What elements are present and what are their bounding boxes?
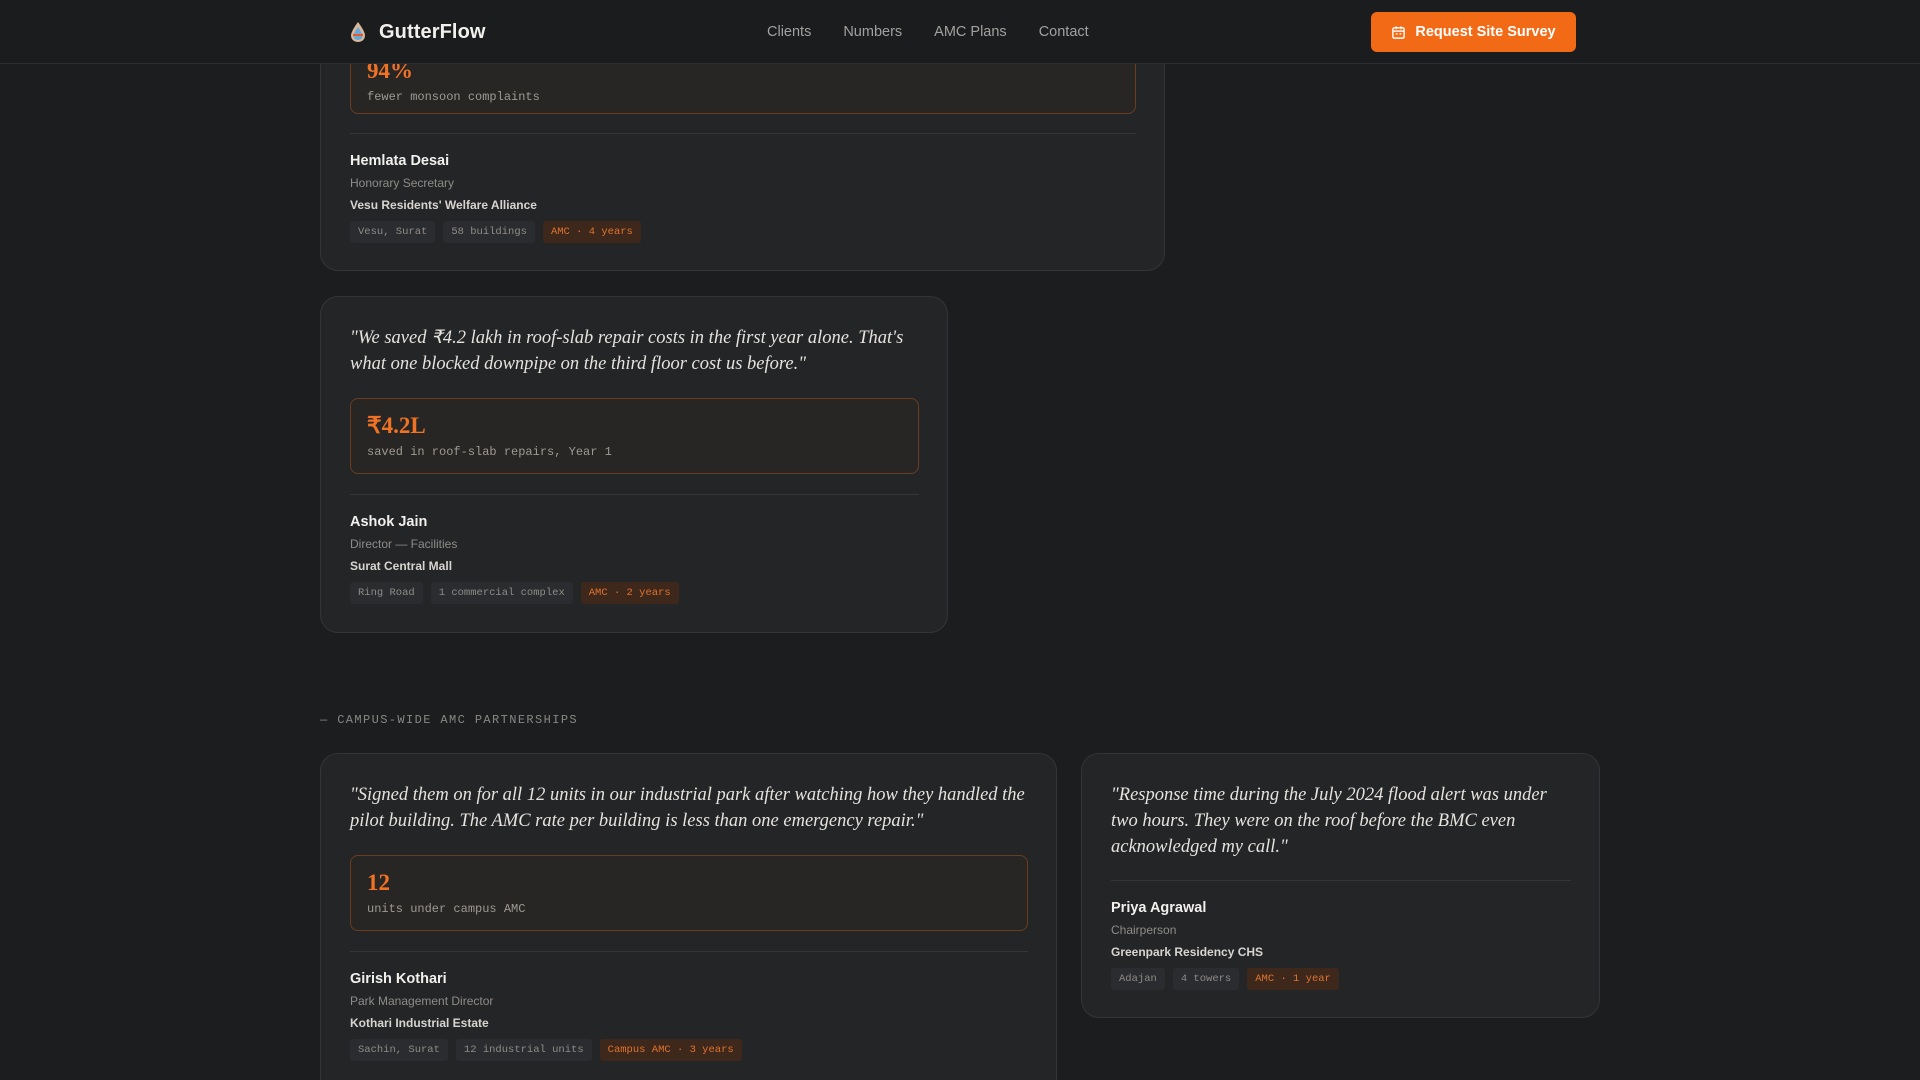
metric-label: units under campus AMC: [367, 902, 526, 916]
author-block: Hemlata Desai Honorary Secretary Vesu Re…: [350, 152, 641, 243]
testimonial-quote: "Response time during the July 2024 floo…: [1111, 785, 1547, 857]
divider: [350, 494, 919, 495]
section-label: — CAMPUS-WIDE AMC PARTNERSHIPS: [320, 713, 579, 727]
location-tag: Adajan: [1111, 968, 1165, 990]
author-org: Vesu Residents' Welfare Alliance: [350, 198, 537, 212]
location-tag: Sachin, Surat: [350, 1039, 448, 1061]
author-block: Girish Kothari Park Management Director …: [350, 970, 742, 1061]
metric-box: ₹4.2L saved in roof-slab repairs, Year 1: [350, 398, 919, 474]
amc-tag: AMC · 4 years: [542, 221, 641, 243]
calendar-icon: [1392, 25, 1406, 39]
metric-value: ₹4.2L: [367, 413, 426, 438]
author-role: Director — Facilities: [350, 537, 458, 551]
location-tag: Ring Road: [350, 582, 423, 604]
amc-tag: Campus AMC · 3 years: [599, 1039, 742, 1061]
request-site-survey-button[interactable]: Request Site Survey: [1371, 12, 1576, 52]
author-org: Greenpark Residency CHS: [1111, 945, 1264, 959]
author-role: Honorary Secretary: [350, 176, 455, 190]
nav-link-amc-plans[interactable]: AMC Plans: [934, 24, 1007, 40]
author-name: Ashok Jain: [350, 514, 428, 530]
location-tag: Vesu, Surat: [350, 221, 436, 243]
size-tag: 58 buildings: [443, 221, 535, 243]
size-tag: 1 commercial complex: [430, 582, 573, 604]
amc-tag: AMC · 1 year: [1247, 968, 1339, 990]
brand-logo[interactable]: GutterFlow: [349, 0, 486, 64]
nav-link-contact[interactable]: Contact: [1039, 24, 1089, 40]
author-role: Chairperson: [1111, 923, 1177, 937]
author-name: Hemlata Desai: [350, 153, 450, 169]
author-block: Ashok Jain Director — Facilities Surat C…: [350, 513, 679, 604]
droplet-icon: [351, 22, 365, 42]
metric-box: 12 units under campus AMC: [350, 855, 1028, 931]
amc-tag: AMC · 2 years: [580, 582, 679, 604]
top-navigation-bar: GutterFlow Clients Numbers AMC Plans Con…: [0, 0, 1920, 64]
tag-list: Sachin, Surat 12 industrial units Campus…: [350, 1039, 742, 1061]
author-block: Priya Agrawal Chairperson Greenpark Resi…: [1111, 899, 1339, 990]
main-nav: Clients Numbers AMC Plans Contact: [767, 0, 1089, 64]
testimonial-card-priya: "Response time during the July 2024 floo…: [1081, 753, 1600, 1018]
testimonial-card-ashok: "We saved ₹4.2 lakh in roof-slab repair …: [320, 296, 948, 633]
size-tag: 12 industrial units: [455, 1039, 592, 1061]
size-tag: 4 towers: [1172, 968, 1240, 990]
divider: [350, 133, 1136, 134]
cta-label: Request Site Survey: [1415, 24, 1556, 40]
nav-link-clients[interactable]: Clients: [767, 24, 811, 40]
tag-list: Vesu, Surat 58 buildings AMC · 4 years: [350, 221, 641, 243]
nav-link-numbers[interactable]: Numbers: [843, 24, 902, 40]
testimonial-card-girish: "Signed them on for all 12 units in our …: [320, 753, 1057, 1080]
author-org: Kothari Industrial Estate: [350, 1016, 489, 1030]
testimonial-quote: "We saved ₹4.2 lakh in roof-slab repair …: [350, 328, 904, 374]
author-name: Girish Kothari: [350, 971, 447, 987]
author-name: Priya Agrawal: [1111, 900, 1207, 916]
brand-name: GutterFlow: [379, 20, 486, 43]
tag-list: Adajan 4 towers AMC · 1 year: [1111, 968, 1339, 990]
metric-label: saved in roof-slab repairs, Year 1: [367, 445, 612, 459]
divider: [1111, 880, 1571, 881]
author-org: Surat Central Mall: [350, 559, 453, 573]
metric-value: 12: [367, 870, 390, 895]
metric-label: fewer monsoon complaints: [367, 90, 540, 104]
testimonial-quote: "Signed them on for all 12 units in our …: [350, 785, 1025, 831]
divider: [350, 951, 1028, 952]
author-role: Park Management Director: [350, 994, 494, 1008]
tag-list: Ring Road 1 commercial complex AMC · 2 y…: [350, 582, 679, 604]
